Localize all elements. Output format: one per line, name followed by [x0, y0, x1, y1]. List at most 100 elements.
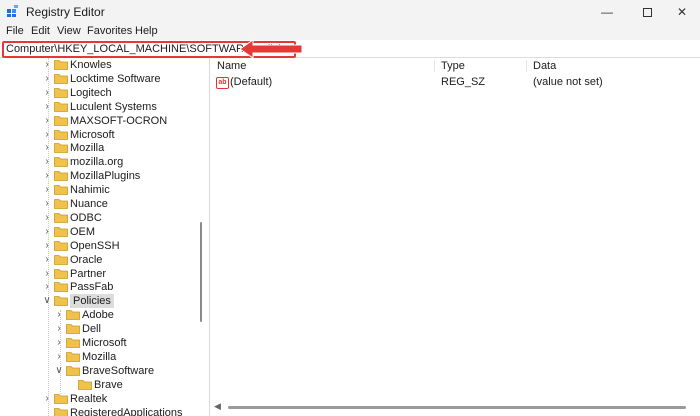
menu-edit[interactable]: Edit — [31, 25, 50, 37]
tree-item[interactable]: › MAXSOFT-OCRON — [0, 114, 200, 128]
folder-icon — [66, 324, 80, 334]
tree-item[interactable]: › OEM — [0, 225, 200, 239]
chevron-right-icon[interactable]: › — [42, 392, 52, 406]
chevron-right-icon[interactable]: › — [42, 253, 52, 267]
chevron-right-icon[interactable]: › — [42, 225, 52, 239]
menu-file[interactable]: File — [6, 25, 24, 37]
folder-icon — [54, 129, 68, 140]
tree-item[interactable]: › mozilla.org — [0, 155, 200, 169]
chevron-right-icon[interactable]: › — [42, 141, 52, 155]
tree-item-label: OEM — [70, 225, 96, 238]
column-header-data[interactable]: Data — [533, 60, 556, 72]
tree-item-label: BraveSoftware — [82, 364, 155, 377]
column-header-name[interactable]: Name — [217, 60, 246, 72]
tree-item[interactable]: › OpenSSH — [0, 239, 200, 253]
folder-icon — [66, 338, 80, 348]
column-divider[interactable] — [526, 60, 527, 72]
column-header-type[interactable]: Type — [441, 60, 465, 72]
chevron-right-icon[interactable]: › — [42, 128, 52, 142]
address-bar: Computer\HKEY_LOCAL_MACHINE\SOFTWARE\Pol… — [0, 40, 700, 58]
tree-item[interactable]: ∨ BraveSoftware — [0, 364, 200, 378]
tree-item[interactable]: › Microsoft — [0, 336, 200, 350]
folder-icon — [54, 101, 68, 112]
tree-item[interactable]: Brave — [0, 378, 200, 392]
folder-icon — [54, 393, 68, 404]
tree-item[interactable]: › Locktime Software — [0, 72, 200, 86]
scroll-left-icon[interactable]: ◀ — [214, 401, 221, 412]
tree-item[interactable]: › Mozilla — [0, 350, 200, 364]
tree-item-label: Mozilla — [70, 142, 105, 155]
tree-item-label: RegisteredApplications — [70, 406, 183, 416]
tree-scrollbar-thumb[interactable] — [200, 222, 202, 322]
tree-item-label: Policies — [70, 294, 114, 309]
folder-icon — [54, 226, 68, 237]
chevron-right-icon[interactable]: › — [42, 169, 52, 183]
registry-editor-icon — [7, 5, 18, 17]
chevron-right-icon[interactable]: › — [42, 280, 52, 294]
tree-item[interactable]: › PassFab — [0, 280, 200, 294]
chevron-right-icon[interactable]: › — [54, 336, 64, 350]
tree-item-label: Dell — [82, 323, 101, 336]
tree-item[interactable]: RegisteredApplications — [0, 406, 200, 416]
tree-item-label: mozilla.org — [70, 156, 124, 169]
chevron-down-icon[interactable]: ∨ — [54, 364, 64, 378]
tree-item-label: Logitech — [70, 86, 112, 99]
tree-item-label: Partner — [70, 267, 107, 280]
chevron-right-icon[interactable]: › — [42, 100, 52, 114]
chevron-right-icon[interactable]: › — [42, 155, 52, 169]
tree-item[interactable]: › Nahimic — [0, 183, 200, 197]
tree-item-label: Realtek — [70, 392, 108, 405]
chevron-right-icon[interactable]: › — [42, 239, 52, 253]
chevron-right-icon[interactable]: › — [54, 308, 64, 322]
menu-help[interactable]: Help — [135, 25, 158, 37]
tree-item[interactable]: › Oracle — [0, 253, 200, 267]
folder-icon — [54, 87, 68, 98]
tree-item[interactable]: › Dell — [0, 322, 200, 336]
menu-view[interactable]: View — [57, 25, 81, 37]
tree-item[interactable]: › Nuance — [0, 197, 200, 211]
folder-icon — [54, 296, 68, 307]
folder-icon — [54, 157, 68, 168]
chevron-right-icon[interactable]: › — [42, 86, 52, 100]
folder-icon — [54, 282, 68, 293]
horizontal-scrollbar[interactable] — [228, 406, 686, 409]
chevron-right-icon[interactable]: › — [54, 350, 64, 364]
tree-item[interactable]: › Microsoft — [0, 128, 200, 142]
chevron-right-icon[interactable]: › — [42, 58, 52, 72]
tree-item[interactable]: › Knowles — [0, 58, 200, 72]
tree-item[interactable]: › Adobe — [0, 308, 200, 322]
tree-item[interactable]: › ODBC — [0, 211, 200, 225]
tree-item-label: Adobe — [82, 309, 114, 322]
chevron-down-icon[interactable]: ∨ — [42, 294, 52, 308]
tree-item-label: MozillaPlugins — [70, 170, 141, 183]
value-name[interactable]: (Default) — [230, 76, 272, 88]
menu-favorites[interactable]: Favorites — [87, 25, 132, 37]
tree-item[interactable]: › Mozilla — [0, 141, 200, 155]
tree-item-label: Locktime Software — [70, 72, 161, 85]
window-title: Registry Editor — [26, 5, 105, 19]
chevron-right-icon[interactable]: › — [42, 72, 52, 86]
tree-item[interactable]: › Luculent Systems — [0, 100, 200, 114]
column-divider[interactable] — [434, 60, 435, 72]
chevron-right-icon[interactable]: › — [54, 322, 64, 336]
chevron-right-icon[interactable]: › — [42, 197, 52, 211]
tree-item[interactable]: › MozillaPlugins — [0, 169, 200, 183]
chevron-right-icon[interactable]: › — [42, 114, 52, 128]
tree-item[interactable]: › Partner — [0, 267, 200, 281]
tree-item-label: OpenSSH — [70, 239, 120, 252]
tree-item-label: Microsoft — [70, 128, 115, 141]
chevron-right-icon[interactable]: › — [42, 183, 52, 197]
folder-icon — [66, 351, 80, 362]
close-button[interactable]: ✕ — [664, 0, 700, 24]
tree-item[interactable]: › Logitech — [0, 86, 200, 100]
registry-tree: › Knowles › Locktime Software › Logitech › Lucu… — [0, 58, 209, 416]
folder-icon — [54, 407, 68, 416]
chevron-right-icon[interactable]: › — [42, 267, 52, 281]
tree-item[interactable]: ∨ Policies — [0, 294, 200, 309]
folder-icon — [54, 73, 68, 84]
tree-item[interactable]: › Realtek — [0, 392, 200, 406]
folder-icon — [54, 60, 68, 70]
tree-item-label: Brave — [94, 378, 123, 391]
chevron-right-icon[interactable]: › — [42, 211, 52, 225]
values-list: Name Type Data ab (Default) REG_SZ (valu… — [210, 58, 700, 416]
